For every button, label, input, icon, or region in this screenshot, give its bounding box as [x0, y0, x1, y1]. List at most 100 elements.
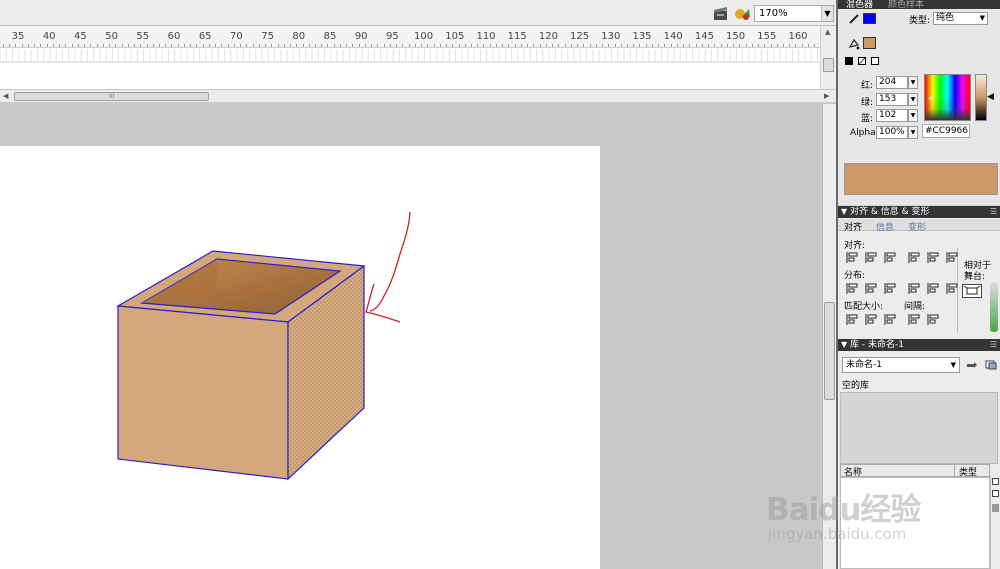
brightness-slider[interactable]: ◀ [975, 74, 994, 121]
library-document-select[interactable]: 未命名-1 ▼ [842, 357, 960, 373]
ruler-tick [639, 44, 641, 47]
sort-toggle-icon[interactable] [992, 478, 999, 485]
align-option-icon[interactable] [846, 314, 859, 325]
fill-type-select[interactable]: 纯色 ▼ [933, 12, 988, 25]
scroll-right-icon[interactable]: ▶ [824, 92, 829, 100]
panel-menu-icon[interactable]: ☰ [990, 339, 997, 351]
new-library-panel-icon[interactable] [985, 359, 997, 371]
ruler-tick [121, 44, 123, 47]
ruler-frame-number: 125 [570, 31, 590, 42]
tab-transform[interactable]: 变形 [908, 220, 926, 233]
ruler-frame-number: 75 [261, 31, 274, 42]
red-input[interactable]: 204 [876, 76, 908, 89]
align-panel-scrollbar[interactable] [990, 282, 998, 332]
align-option-icon[interactable] [884, 314, 897, 325]
fill-type-value: 纯色 [936, 13, 955, 23]
slider-arrow-icon: ◀ [987, 92, 994, 102]
align-option-icon[interactable] [846, 252, 859, 263]
green-input[interactable]: 153 [876, 93, 908, 106]
ruler-tick [807, 44, 809, 47]
ruler-tick [271, 44, 273, 47]
tab-color-mixer[interactable]: 混色器 [846, 0, 873, 10]
scroll-thumb[interactable] [823, 58, 834, 72]
panel-menu-icon[interactable]: ☰ [990, 206, 997, 218]
timeline: 35 40 45 50 55 60 65 70 75 80 85 90 95 100 105 110 115 12… [0, 26, 836, 90]
swap-colors-icon[interactable] [871, 57, 879, 65]
library-scrollbar[interactable] [990, 476, 1000, 569]
align-option-icon[interactable] [884, 252, 897, 263]
no-color-icon[interactable] [858, 57, 866, 65]
symbol-icon[interactable] [734, 5, 750, 21]
align-option-icon[interactable] [865, 314, 878, 325]
ruler-tick [701, 44, 703, 47]
ruler-tick [202, 44, 204, 47]
blue-input[interactable]: 102 [876, 109, 908, 122]
align-option-icon[interactable] [908, 283, 921, 294]
ruler-frame-number: 55 [136, 31, 150, 42]
paint-bucket-icon[interactable] [848, 38, 860, 53]
ruler-tick [633, 44, 635, 47]
ruler-tick [726, 44, 728, 47]
tab-align[interactable]: 对齐 [844, 220, 862, 233]
align-panel-title[interactable]: ▼ 对齐 & 信息 & 变形 ☰ [838, 206, 1000, 218]
match-size-section-label: 匹配大小: [844, 302, 884, 312]
pencil-icon[interactable] [848, 13, 860, 28]
black-white-icon[interactable] [845, 57, 853, 65]
scroll-thumb[interactable]: III [14, 92, 209, 101]
align-option-icon[interactable] [927, 314, 940, 325]
wide-view-icon[interactable] [992, 490, 999, 497]
zoom-value: 170% [759, 8, 788, 19]
stroke-color-swatch[interactable] [863, 13, 876, 24]
column-divider[interactable] [954, 465, 955, 476]
ruler-tick [433, 44, 435, 47]
scroll-thumb[interactable] [992, 504, 999, 512]
ruler-tick [477, 44, 479, 47]
green-stepper[interactable]: ▼ [908, 93, 918, 106]
stage[interactable] [0, 146, 600, 569]
tab-info[interactable]: 信息 [876, 220, 894, 233]
align-option-icon[interactable] [846, 283, 859, 294]
tab-swatches[interactable]: 颜色样本 [888, 0, 924, 10]
frame-grid[interactable] [0, 49, 820, 89]
scroll-left-icon[interactable]: ◀ [3, 92, 8, 100]
stage-drawing[interactable] [0, 146, 600, 569]
clapper-icon[interactable] [713, 5, 729, 21]
annotation-stroke [369, 211, 411, 312]
timeline-vertical-scrollbar[interactable]: ▲ [820, 26, 836, 90]
hex-input[interactable]: #CC9966 [922, 124, 970, 138]
collapse-arrow-icon[interactable]: ▼ [841, 206, 847, 218]
scroll-grip: III [108, 93, 115, 100]
red-stepper[interactable]: ▼ [908, 76, 918, 89]
alpha-input[interactable]: 100% [876, 126, 908, 139]
scroll-thumb[interactable] [824, 302, 835, 400]
align-option-icon[interactable] [946, 283, 959, 294]
ruler-tick [296, 44, 298, 47]
align-option-icon[interactable] [908, 314, 921, 325]
collapse-arrow-icon[interactable]: ▼ [841, 339, 847, 351]
align-option-icon[interactable] [927, 283, 940, 294]
align-option-icon[interactable] [865, 252, 878, 263]
blue-stepper[interactable]: ▼ [908, 109, 918, 122]
chevron-down-icon[interactable]: ▼ [821, 6, 833, 21]
pin-library-icon[interactable] [966, 359, 978, 371]
zoom-select[interactable]: 170% ▼ [754, 5, 834, 22]
timeline-horizontal-scrollbar[interactable]: ◀ III ▶ [0, 89, 836, 103]
frame-ruler: 35 40 45 50 55 60 65 70 75 80 85 90 95 100 105 110 115 12… [0, 26, 820, 48]
align-option-icon[interactable] [927, 252, 940, 263]
ruler-tick [265, 44, 267, 47]
ruler-tick [651, 44, 653, 47]
library-panel-title[interactable]: ▼ 库 - 未命名-1 ☰ [838, 339, 1000, 351]
alpha-stepper[interactable]: ▼ [908, 126, 918, 139]
align-option-icon[interactable] [884, 283, 897, 294]
box-front-face[interactable] [117, 305, 289, 480]
fill-color-swatch[interactable] [863, 37, 876, 49]
color-spectrum[interactable]: + [924, 74, 971, 121]
ruler-frame-number: 90 [354, 31, 368, 42]
ruler-tick [402, 44, 404, 47]
to-stage-button[interactable] [962, 284, 982, 298]
align-option-icon[interactable] [946, 252, 959, 263]
align-option-icon[interactable] [908, 252, 921, 263]
align-option-icon[interactable] [865, 283, 878, 294]
scroll-up-icon[interactable]: ▲ [825, 28, 830, 36]
ruler-tick [495, 44, 497, 47]
